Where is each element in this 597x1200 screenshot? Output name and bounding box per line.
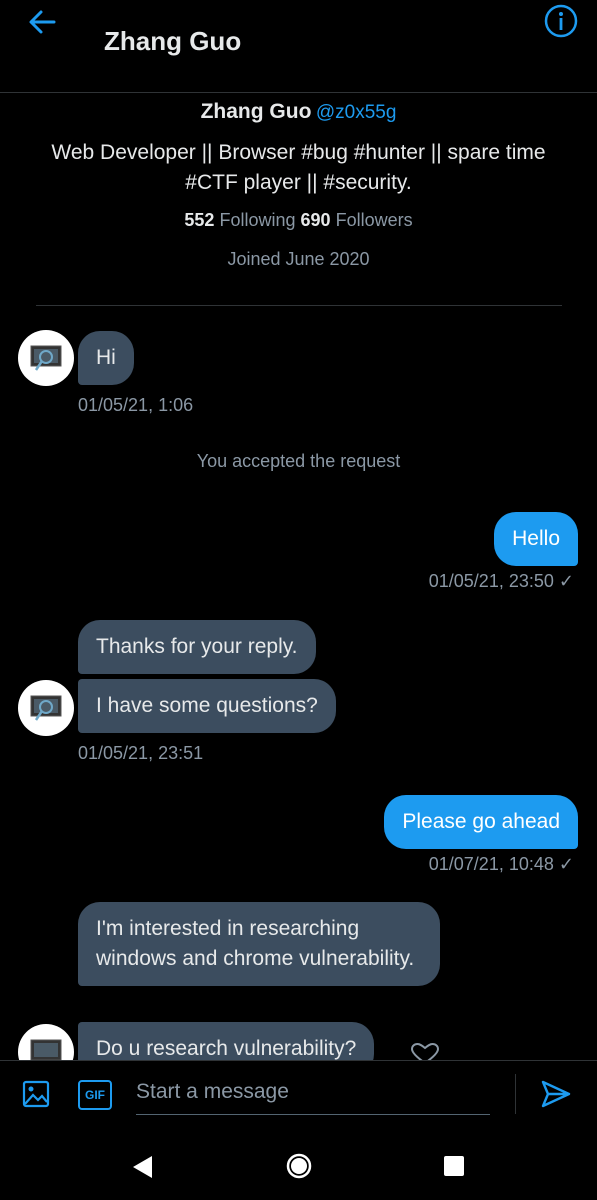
system-message: You accepted the request <box>196 451 401 471</box>
following-count: 552 <box>184 210 215 230</box>
back-arrow-icon[interactable] <box>26 6 58 38</box>
followers-label: Followers <box>335 210 413 230</box>
timestamp-text: 01/05/21, 23:50 <box>428 571 554 591</box>
profile-handle: @z0x55g <box>315 102 397 123</box>
nav-recents-icon[interactable] <box>442 1154 466 1178</box>
message-bubble-outgoing[interactable]: Hello <box>494 512 578 566</box>
message-bubble-incoming[interactable]: Thanks for your reply. <box>78 620 316 674</box>
composer-separator <box>515 1074 516 1114</box>
following-link[interactable]: 552 Following <box>184 210 295 230</box>
following-label: Following <box>219 210 296 230</box>
message-text: Do u research vulnerability? <box>96 1037 357 1060</box>
message-timestamp: 01/05/21, 1:06 <box>78 395 194 415</box>
message-text: Thanks for your reply. <box>96 635 298 658</box>
bio-line-1: Web Developer || Browser #bug #hunter ||… <box>51 141 546 164</box>
message-text: I'm interested in researching windows an… <box>96 917 415 970</box>
nav-back-icon[interactable] <box>130 1154 154 1180</box>
message-text: Hi <box>96 346 116 369</box>
message-bubble-incoming[interactable]: Hi <box>78 331 134 385</box>
profile-divider <box>36 305 562 306</box>
top-bar: Zhang Guo <box>0 0 597 93</box>
profile-name-row[interactable]: Zhang Guo @z0x55g <box>0 100 597 124</box>
joined-date: Joined June 2020 <box>227 249 370 269</box>
nav-home-icon[interactable] <box>285 1152 313 1180</box>
message-text: Hello <box>512 527 560 550</box>
message-bubble-incoming[interactable]: I have some questions? <box>78 679 336 733</box>
message-timestamp: 01/05/21, 23:51 <box>78 743 204 763</box>
image-icon[interactable] <box>22 1080 50 1108</box>
avatar-monitor-icon <box>30 695 62 721</box>
sent-check-icon: ✓ <box>558 571 574 591</box>
followers-count: 690 <box>300 210 331 230</box>
message-text: Please go ahead <box>402 810 560 833</box>
message-input[interactable]: Start a message <box>136 1074 490 1115</box>
info-icon[interactable] <box>544 4 578 38</box>
profile-name: Zhang Guo <box>200 100 312 123</box>
sent-check-icon: ✓ <box>558 854 574 874</box>
gif-label: GIF <box>85 1088 105 1102</box>
send-icon[interactable] <box>540 1078 572 1110</box>
avatar[interactable] <box>18 680 74 736</box>
avatar-monitor-icon <box>30 345 62 371</box>
gif-button[interactable]: GIF <box>78 1080 112 1110</box>
profile-summary: Zhang Guo @z0x55g Web Developer || Brows… <box>0 100 597 270</box>
bio-line-2: #CTF player || #security. <box>185 171 412 194</box>
system-navigation-bar <box>0 1142 597 1200</box>
message-timestamp: 01/05/21, 23:50 ✓ <box>429 571 574 592</box>
message-timestamp: 01/07/21, 10:48 ✓ <box>429 854 574 875</box>
timestamp-text: 01/07/21, 10:48 <box>428 854 554 874</box>
avatar[interactable] <box>18 330 74 386</box>
profile-bio: Web Developer || Browser #bug #hunter ||… <box>19 138 579 198</box>
conversation-title: Zhang Guo <box>104 26 242 56</box>
message-bubble-outgoing[interactable]: Please go ahead <box>384 795 578 849</box>
message-input-placeholder: Start a message <box>136 1080 289 1103</box>
message-bubble-incoming[interactable]: I'm interested in researching windows an… <box>78 902 440 986</box>
follow-stats: 552 Following 690 Followers <box>0 210 597 231</box>
message-text: I have some questions? <box>96 694 318 717</box>
followers-link[interactable]: 690 Followers <box>301 210 413 230</box>
